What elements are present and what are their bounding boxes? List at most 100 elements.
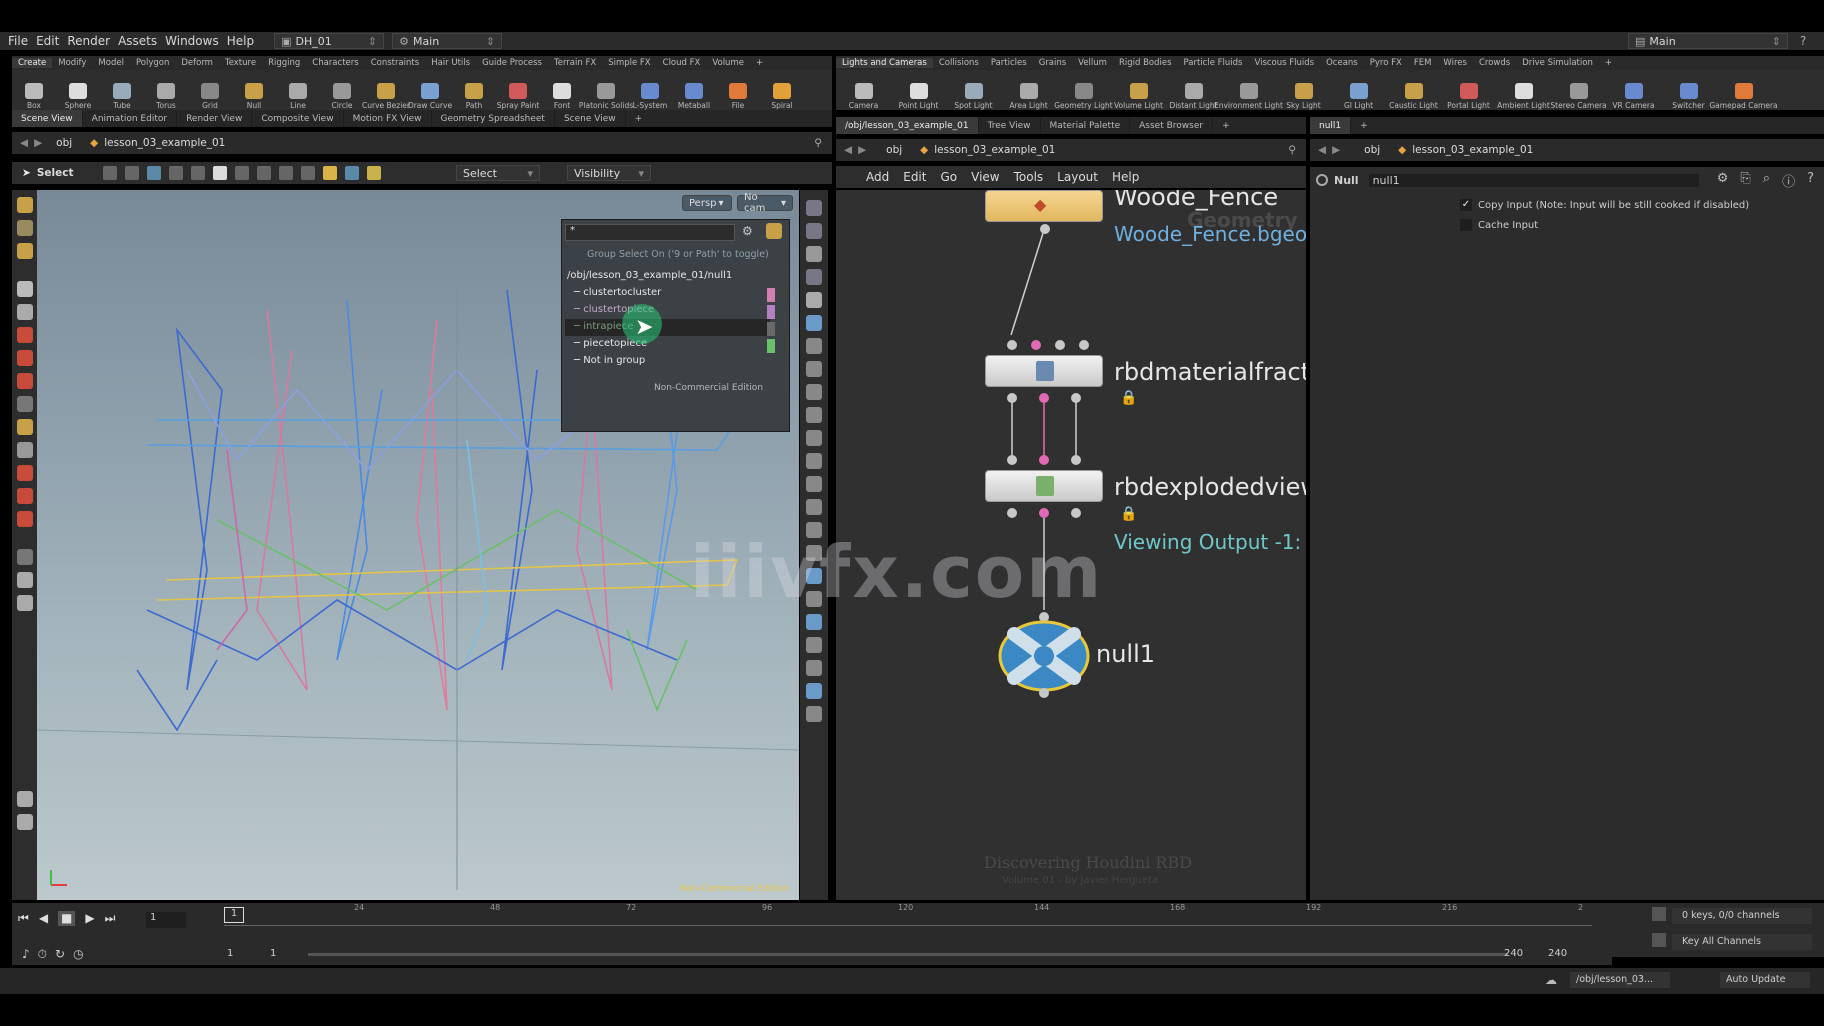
pane-tab[interactable]: Material Palette bbox=[1041, 117, 1131, 134]
menu-windows[interactable]: Windows bbox=[165, 34, 219, 48]
path-context[interactable]: obj bbox=[1364, 144, 1380, 156]
back-arrow-icon[interactable]: ◀ bbox=[20, 137, 28, 149]
shelf-tab[interactable]: Polygon bbox=[130, 58, 175, 68]
shelf-tool[interactable]: Spiral bbox=[760, 72, 804, 110]
first-frame-icon[interactable]: ⏮ bbox=[18, 911, 29, 926]
shelf-tool[interactable]: Draw Curve bbox=[408, 72, 452, 110]
help-icon[interactable]: ? bbox=[1800, 34, 1806, 48]
info-icon[interactable]: ⓘ bbox=[1782, 171, 1795, 190]
rotate-tool-icon[interactable] bbox=[16, 350, 33, 366]
lights-icon[interactable] bbox=[806, 269, 822, 285]
lock-camera-icon[interactable] bbox=[806, 246, 822, 262]
render-icon[interactable] bbox=[806, 660, 822, 676]
network-menu-item[interactable]: Tools bbox=[1014, 170, 1044, 184]
loop-icon[interactable]: ↻ bbox=[55, 947, 65, 962]
shelf-tab[interactable]: Volume bbox=[706, 58, 750, 68]
shelf-tab[interactable]: Drive Simulation bbox=[1516, 58, 1599, 68]
edges-mode-icon[interactable] bbox=[169, 166, 184, 180]
shelf-tab[interactable]: Cloud FX bbox=[657, 58, 707, 68]
tab-null1[interactable]: null1 bbox=[1310, 117, 1352, 134]
object-mode-icon[interactable] bbox=[103, 166, 118, 180]
shelf-tool[interactable]: Ambient Light bbox=[1496, 72, 1551, 110]
group-item[interactable]: ─ Not in group bbox=[574, 355, 645, 366]
normals-icon[interactable] bbox=[806, 384, 822, 400]
shelf-tool[interactable]: Curve Bezier bbox=[362, 72, 410, 110]
shelf-tab[interactable]: Terrain FX bbox=[548, 58, 602, 68]
shelf-tool[interactable]: Box bbox=[12, 72, 56, 110]
prim-numbers-icon[interactable] bbox=[806, 407, 822, 423]
shelf-tool[interactable]: Font bbox=[540, 72, 584, 110]
flipbook-icon[interactable] bbox=[806, 683, 822, 699]
add-shelf-icon[interactable]: + bbox=[1599, 58, 1618, 68]
shelf-tool[interactable]: Line bbox=[276, 72, 320, 110]
node-rbdexplodedview[interactable] bbox=[985, 470, 1103, 502]
shelf-tool[interactable]: Path bbox=[452, 72, 496, 110]
frame-marker[interactable]: 1 bbox=[224, 907, 244, 923]
forward-arrow-icon[interactable]: ▶ bbox=[1332, 144, 1340, 156]
lock-icon[interactable]: 🔒 bbox=[1120, 390, 1137, 406]
lasso-tool-icon[interactable] bbox=[16, 465, 33, 481]
wireframe-icon[interactable] bbox=[806, 315, 822, 331]
shelf-tab[interactable]: Pyro FX bbox=[1364, 58, 1408, 68]
keyframe-icon[interactable] bbox=[1652, 907, 1666, 921]
select-tool-icon[interactable] bbox=[16, 281, 33, 297]
node-output-dot[interactable] bbox=[1071, 393, 1081, 403]
network-menu-item[interactable]: Help bbox=[1112, 170, 1139, 184]
shelf-tab[interactable]: Simple FX bbox=[602, 58, 656, 68]
menu-assets[interactable]: Assets bbox=[118, 34, 157, 48]
shelf-tool[interactable]: Caustic Light bbox=[1386, 72, 1441, 110]
shelf-tab[interactable]: Oceans bbox=[1320, 58, 1364, 68]
lock-icon[interactable] bbox=[16, 304, 33, 320]
node-output-dot[interactable] bbox=[1039, 688, 1049, 698]
render-region-icon[interactable] bbox=[16, 595, 33, 611]
group-filter-input[interactable]: * bbox=[565, 224, 735, 241]
auto-update-dropdown[interactable]: Auto Update bbox=[1720, 972, 1810, 988]
shelf-tool[interactable]: Point Light bbox=[891, 72, 946, 110]
path-context[interactable]: obj bbox=[886, 144, 902, 156]
lasso-icon[interactable] bbox=[235, 166, 250, 180]
back-arrow-icon[interactable]: ◀ bbox=[844, 144, 852, 156]
network-menu-item[interactable]: Go bbox=[940, 170, 957, 184]
node-output-dot[interactable] bbox=[1040, 224, 1050, 234]
shelf-tool[interactable]: Switcher bbox=[1661, 72, 1716, 110]
node-input-dot[interactable] bbox=[1039, 455, 1049, 465]
current-frame-field[interactable]: 1 bbox=[146, 912, 186, 928]
key-all-channels-button[interactable]: Key All Channels bbox=[1672, 934, 1812, 950]
brush-icon[interactable] bbox=[257, 166, 272, 180]
shelf-tool[interactable]: Geometry Light bbox=[1054, 72, 1113, 110]
shelf-tool[interactable]: Portal Light bbox=[1441, 72, 1496, 110]
snap-icon[interactable] bbox=[16, 549, 33, 565]
node-name-field[interactable]: null1 bbox=[1368, 173, 1699, 187]
shelf-tab[interactable]: Characters bbox=[306, 58, 364, 68]
path-node[interactable]: lesson_03_example_01 bbox=[1412, 144, 1533, 156]
step-back-icon[interactable]: ◀ bbox=[39, 911, 48, 926]
status-path-dropdown[interactable]: /obj/lesson_03... bbox=[1570, 972, 1670, 988]
camera-tool-icon[interactable] bbox=[16, 572, 33, 588]
gear-icon[interactable]: ⚙ bbox=[742, 224, 753, 238]
play-icon[interactable]: ▶ bbox=[85, 911, 94, 926]
group-toggle-icon[interactable] bbox=[766, 223, 782, 239]
desktop-dropdown[interactable]: ▣ DH_01 ⇕ bbox=[274, 33, 385, 49]
pane-tab[interactable]: Tree View bbox=[979, 117, 1041, 134]
node-input-dot[interactable] bbox=[1079, 340, 1089, 350]
audio-icon[interactable]: ♪ bbox=[22, 947, 30, 962]
pane-tab[interactable]: Motion FX View bbox=[344, 110, 432, 127]
checkbox-checked-icon[interactable]: ✓ bbox=[1460, 199, 1472, 211]
group-item[interactable]: ─ clustertocluster bbox=[574, 287, 661, 298]
grid-icon[interactable] bbox=[806, 499, 822, 515]
shelf-tool[interactable]: Gamepad Camera bbox=[1709, 72, 1778, 110]
handle-tool-icon[interactable] bbox=[16, 197, 33, 213]
pane-tab[interactable]: Geometry Spreadsheet bbox=[432, 110, 555, 127]
shelf-tool[interactable]: Circle bbox=[320, 72, 364, 110]
shelf-tool[interactable]: Metaball bbox=[672, 72, 716, 110]
help-icon[interactable]: ? bbox=[1807, 171, 1814, 190]
menu-help[interactable]: Help bbox=[227, 34, 254, 48]
pane-tab[interactable]: /obj/lesson_03_example_01 bbox=[836, 117, 979, 134]
range-end2-field[interactable]: 240 bbox=[1548, 948, 1567, 959]
forward-arrow-icon[interactable]: ▶ bbox=[858, 144, 866, 156]
shelf-tool[interactable]: Sky Light bbox=[1276, 72, 1331, 110]
path-node[interactable]: lesson_03_example_01 bbox=[934, 144, 1055, 156]
align-tool-icon[interactable] bbox=[16, 442, 33, 458]
shelf-tab[interactable]: Particles bbox=[985, 58, 1033, 68]
path-node[interactable]: lesson_03_example_01 bbox=[104, 137, 225, 149]
